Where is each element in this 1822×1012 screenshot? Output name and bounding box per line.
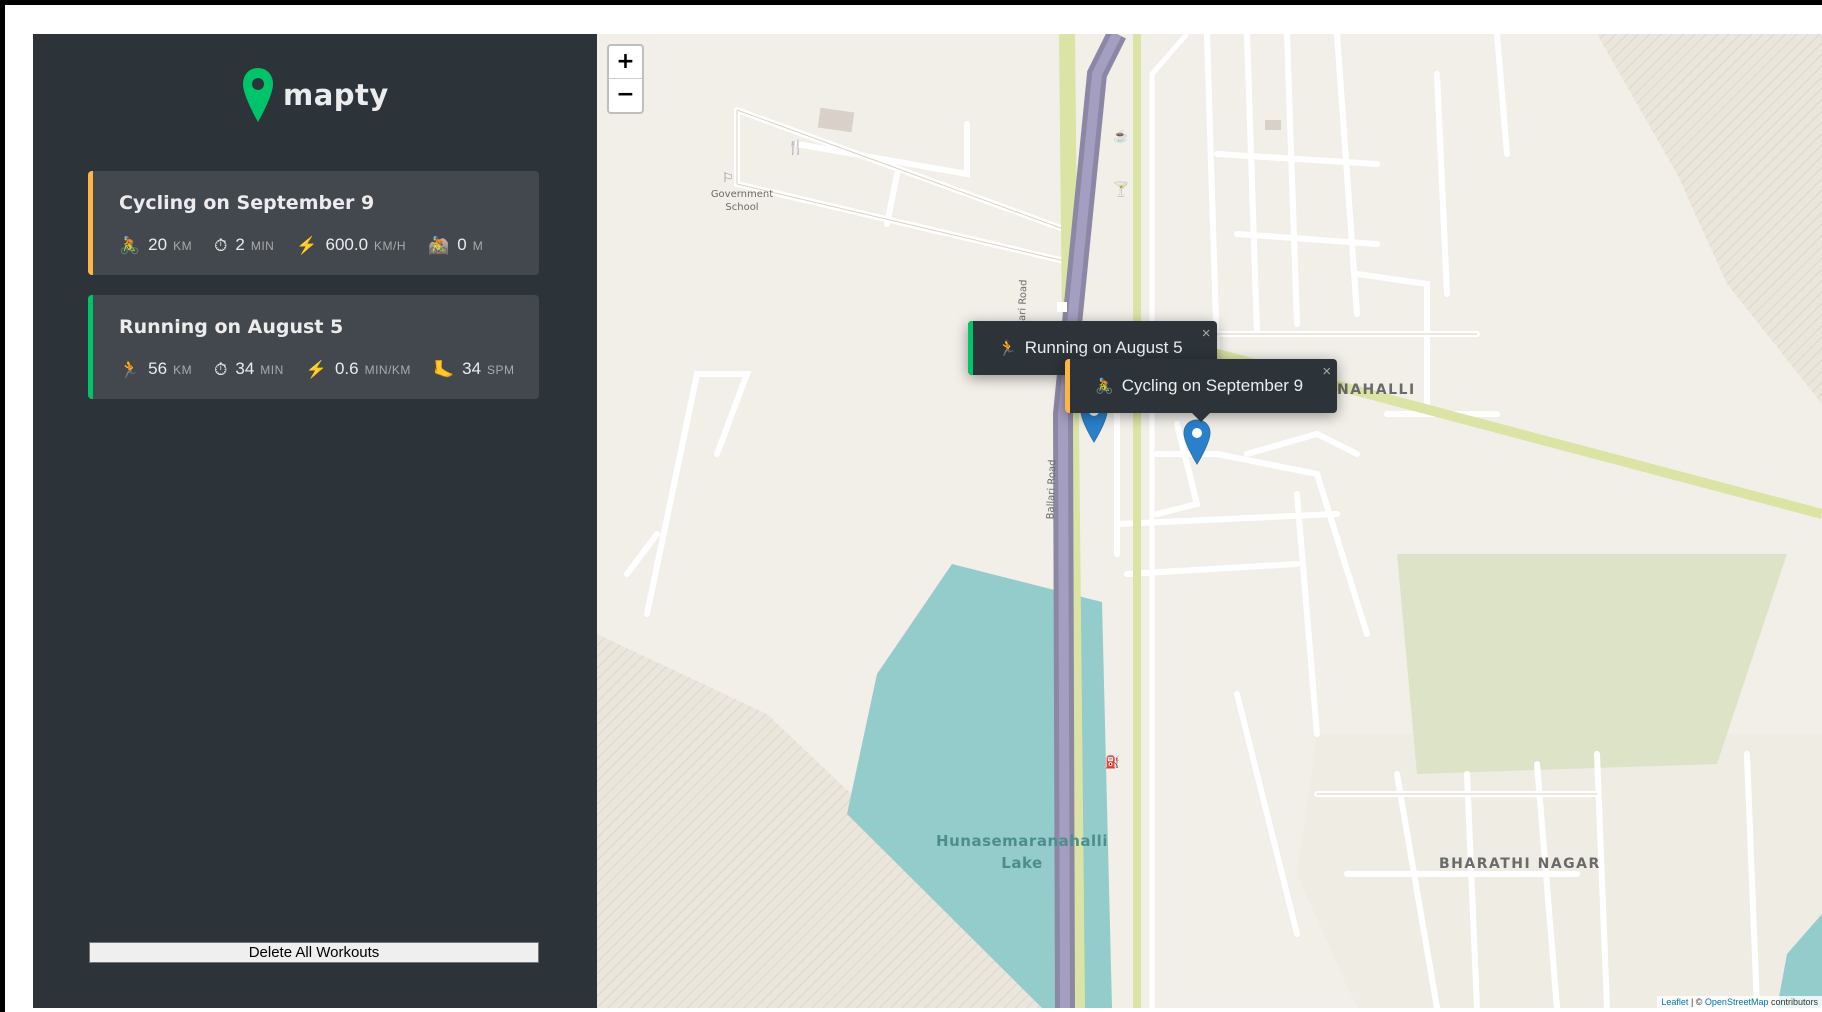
workout-title: Cycling on September 9 [119,192,375,214]
detail-pace: ⚡ 0.6 min/km [306,359,411,379]
attribution-separator: | © [1688,997,1705,1007]
stopwatch-icon: ⏱ [214,236,228,255]
lightning-icon: ⚡ [305,360,327,379]
window-frame-top [0,0,1822,5]
detail-unit: m [472,239,484,253]
runner-icon: 🏃 [998,340,1017,357]
popup-tip [1191,412,1212,422]
detail-distance: 🏃 56 km [119,359,192,379]
workout-details: 🚴 20 km ⏱ 2 min ⚡ 600.0 km/h 🚵 0 m [119,235,505,255]
workout-item-running[interactable]: Running on August 5 🏃 56 km ⏱ 34 min ⚡ 0… [88,295,539,399]
cycling-icon: 🚴 [1095,378,1114,395]
detail-unit: km [173,239,193,253]
map-label-road: Ballari Road [1045,459,1059,520]
mountain-biker-icon: 🚵 [428,236,450,255]
cycling-icon: 🚴 [119,236,141,255]
map-label-lake: Hunasemaranahalli Lake [936,832,1108,872]
detail-unit: km/h [374,239,407,253]
map-tiles: 🍴 ☕ 🍸 ⛽ ⚐ [597,34,1822,1008]
popup-close-button[interactable]: × [1202,325,1211,342]
window-frame-left [0,0,5,1012]
popup-close-button[interactable]: × [1322,363,1331,380]
detail-unit: min/km [364,363,411,377]
map-label-area: NAHALLI [1337,382,1416,398]
detail-value: 34 [462,359,482,378]
attribution-suffix: contributors [1768,997,1818,1007]
workout-type-bar [88,295,93,399]
detail-unit: min [260,363,284,377]
detail-value: 20 [148,235,168,254]
lightning-icon: ⚡ [296,236,318,255]
detail-value: 56 [148,359,168,378]
zoom-out-button[interactable]: − [609,79,642,112]
workout-title: Running on August 5 [119,316,344,338]
map-label-area: BHARATHI NAGAR [1439,856,1601,872]
map-label-school: Government School [710,189,774,213]
footprint-icon: 🦶 [432,360,455,379]
detail-value: 0 [457,235,467,254]
popup-type-bar [1065,359,1070,413]
delete-all-workouts-button[interactable]: Delete All Workouts [89,942,539,963]
detail-cadence: 🦶 34 spm [433,359,515,379]
svg-text:🍸: 🍸 [1112,180,1129,198]
detail-duration: ⏱ 2 min [214,235,274,255]
detail-value: 0.6 [334,359,359,378]
workout-details: 🏃 56 km ⏱ 34 min ⚡ 0.6 min/km 🦶 34 spm [119,359,537,379]
map[interactable]: 🍴 ☕ 🍸 ⛽ ⚐ + − Government School NAHALLI … [597,34,1822,1008]
detail-unit: km [173,363,193,377]
map-attribution: Leaflet | © OpenStreetMap contributors [1657,996,1822,1008]
stopwatch-icon: ⏱ [214,360,228,379]
logo: mapty [241,66,389,124]
detail-value: 2 [235,235,245,254]
svg-text:⚐: ⚐ [722,170,734,185]
map-marker-cycling[interactable] [1182,418,1212,466]
svg-text:⛽: ⛽ [1105,755,1120,769]
svg-text:🍴: 🍴 [787,139,804,156]
runner-icon: 🏃 [119,360,141,379]
popup-text: Running on August 5 [1024,338,1183,357]
detail-elevation: 🚵 0 m [428,235,483,255]
workout-type-bar [88,171,93,275]
detail-value: 600.0 [325,235,369,254]
workout-popup-cycling[interactable]: 🚴 Cycling on September 9 × [1065,359,1338,422]
detail-value: 34 [235,359,255,378]
leaflet-link[interactable]: Leaflet [1661,997,1688,1007]
zoom-in-button[interactable]: + [609,46,642,79]
detail-speed: ⚡ 600.0 km/h [296,235,406,255]
map-pin-logo-icon [243,68,273,122]
popup-text: Cycling on September 9 [1121,376,1304,395]
detail-distance: 🚴 20 km [119,235,192,255]
detail-unit: min [250,239,275,253]
sidebar: mapty Cycling on September 9 🚴 20 km ⏱ 2… [33,34,597,1008]
detail-duration: ⏱ 34 min [214,359,284,379]
svg-text:☕: ☕ [1113,128,1128,143]
zoom-control: + − [607,44,644,114]
logo-text: mapty [283,78,389,112]
osm-link[interactable]: OpenStreetMap [1705,997,1769,1007]
workout-item-cycling[interactable]: Cycling on September 9 🚴 20 km ⏱ 2 min ⚡… [88,171,539,275]
popup-type-bar [968,321,973,375]
detail-unit: spm [487,363,515,377]
